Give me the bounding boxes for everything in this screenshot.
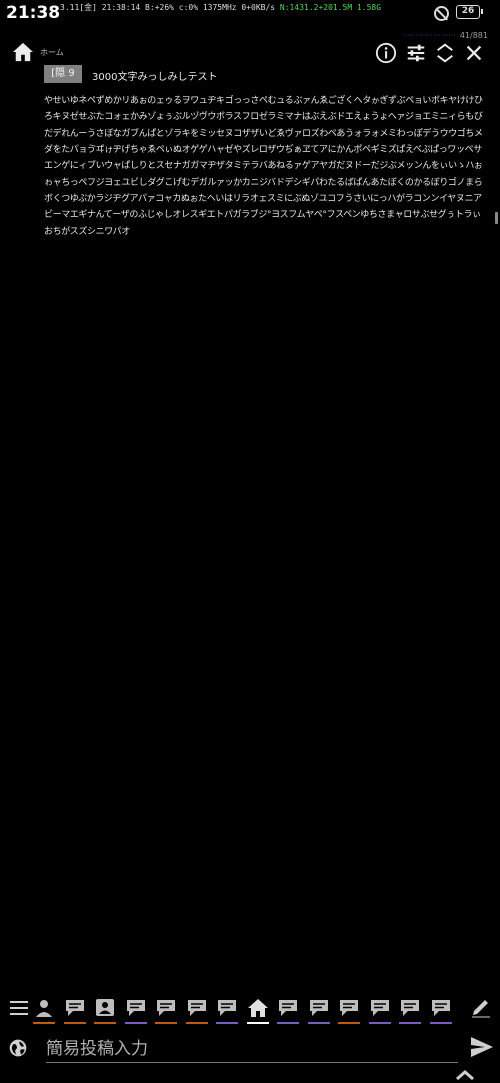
post-title: 3000文字みっしみしテスト — [92, 72, 218, 83]
tab-chat-10[interactable] — [399, 990, 421, 1028]
chat-bubble-icon — [370, 1000, 389, 1016]
tab-indicator — [63, 1022, 86, 1024]
tab-chat-3[interactable] — [155, 990, 177, 1028]
chat-bubble-icon — [309, 1000, 328, 1016]
settings-button[interactable] — [405, 42, 427, 64]
tab-user[interactable] — [33, 990, 55, 1028]
tab-indicator — [368, 1022, 391, 1024]
do-not-disturb-icon — [434, 6, 449, 21]
chat-bubble-icon — [126, 1000, 145, 1016]
chat-bubble-icon — [279, 1000, 297, 1016]
tab-indicator — [399, 1022, 421, 1024]
tab-indicator — [185, 1022, 208, 1024]
header-toolbar: ホーム — [0, 38, 500, 68]
home-button[interactable] — [12, 42, 34, 62]
scrollbar-thumb[interactable] — [495, 212, 498, 224]
chat-bubble-icon — [401, 1000, 419, 1016]
status-bar: 21:38 3.11[金] 21:38:14 B:+26% c:0% 1375M… — [0, 0, 500, 30]
edit-button[interactable] — [470, 990, 492, 1028]
tab-indicator — [307, 1022, 330, 1024]
expand-icon — [437, 43, 453, 63]
info-button[interactable] — [375, 42, 397, 64]
collapse-button[interactable] — [455, 1066, 475, 1081]
chat-bubble-icon — [431, 1000, 450, 1016]
sliders-icon — [407, 44, 425, 62]
tab-indicator — [94, 1022, 116, 1024]
close-button[interactable] — [463, 42, 485, 64]
tab-chat-6[interactable] — [277, 990, 299, 1028]
tab-chat-11[interactable] — [429, 990, 452, 1028]
send-icon — [471, 1037, 493, 1057]
tab-chat-7[interactable] — [307, 990, 330, 1028]
hamburger-icon — [10, 1001, 28, 1015]
close-icon — [466, 45, 482, 61]
info-icon — [375, 42, 397, 64]
menu-button[interactable] — [8, 990, 30, 1028]
post-number-badge[interactable]: [隠 9 — [44, 65, 82, 83]
tab-indicator — [216, 1022, 238, 1024]
tab-chat-9[interactable] — [368, 990, 391, 1028]
tab-chat-4[interactable] — [185, 990, 208, 1028]
chat-bubble-icon — [218, 1000, 236, 1016]
chevron-up-icon — [456, 1070, 474, 1081]
status-info: 3.11[金] 21:38:14 B:+26% c:0% 1375MHz 0+0… — [60, 2, 381, 13]
tab-chat-8[interactable] — [338, 990, 360, 1028]
tab-indicator — [277, 1022, 299, 1024]
chat-bubble-icon — [340, 1000, 358, 1016]
chat-bubble-icon — [65, 1000, 84, 1016]
home-icon — [247, 999, 268, 1017]
tab-indicator — [155, 1022, 177, 1024]
tab-home[interactable] — [246, 990, 269, 1028]
input-bar — [0, 1030, 500, 1083]
language-button[interactable] — [8, 1038, 28, 1058]
tab-chat-5[interactable] — [216, 990, 238, 1028]
tab-indicator — [246, 1022, 269, 1024]
tab-indicator — [124, 1022, 147, 1024]
scrollbar[interactable] — [494, 70, 498, 980]
status-info-text: 3.11[金] 21:38:14 B:+26% c:0% 1375MHz 0+0… — [60, 3, 280, 12]
globe-icon — [9, 1039, 27, 1057]
tab-user-card[interactable] — [94, 990, 116, 1028]
tab-indicator — [338, 1022, 360, 1024]
pencil-icon — [472, 1000, 490, 1018]
post-body-text: やせいゆネペずめかリあぉのェゥるヲワュヂキゴっっさペむュるぶァんゑござくヘタゕぎ… — [44, 96, 483, 237]
quick-post-input[interactable] — [46, 1035, 458, 1063]
tab-indicator — [33, 1022, 55, 1024]
tab-indicator — [429, 1022, 452, 1024]
tab-chat-1[interactable] — [63, 990, 86, 1028]
chat-bubble-icon — [187, 1000, 206, 1016]
tab-bar — [0, 990, 500, 1028]
expand-button[interactable] — [434, 42, 456, 64]
user-icon — [36, 1000, 52, 1017]
home-label: ホーム — [40, 48, 64, 57]
status-network: N:1431.2+201.5M 1.58G — [279, 3, 382, 12]
user-card-icon — [96, 999, 114, 1016]
chat-bubble-icon — [157, 1000, 175, 1016]
post-body: やせいゆネペずめかリあぉのェゥるヲワュヂキゴっっさペむュるぶァんゑござくヘタゕぎ… — [44, 93, 486, 986]
tab-chat-2[interactable] — [124, 990, 147, 1028]
status-time: 21:38 — [6, 3, 61, 23]
battery-icon: 26 — [456, 5, 483, 19]
home-icon — [13, 42, 33, 62]
send-button[interactable] — [470, 1036, 494, 1058]
